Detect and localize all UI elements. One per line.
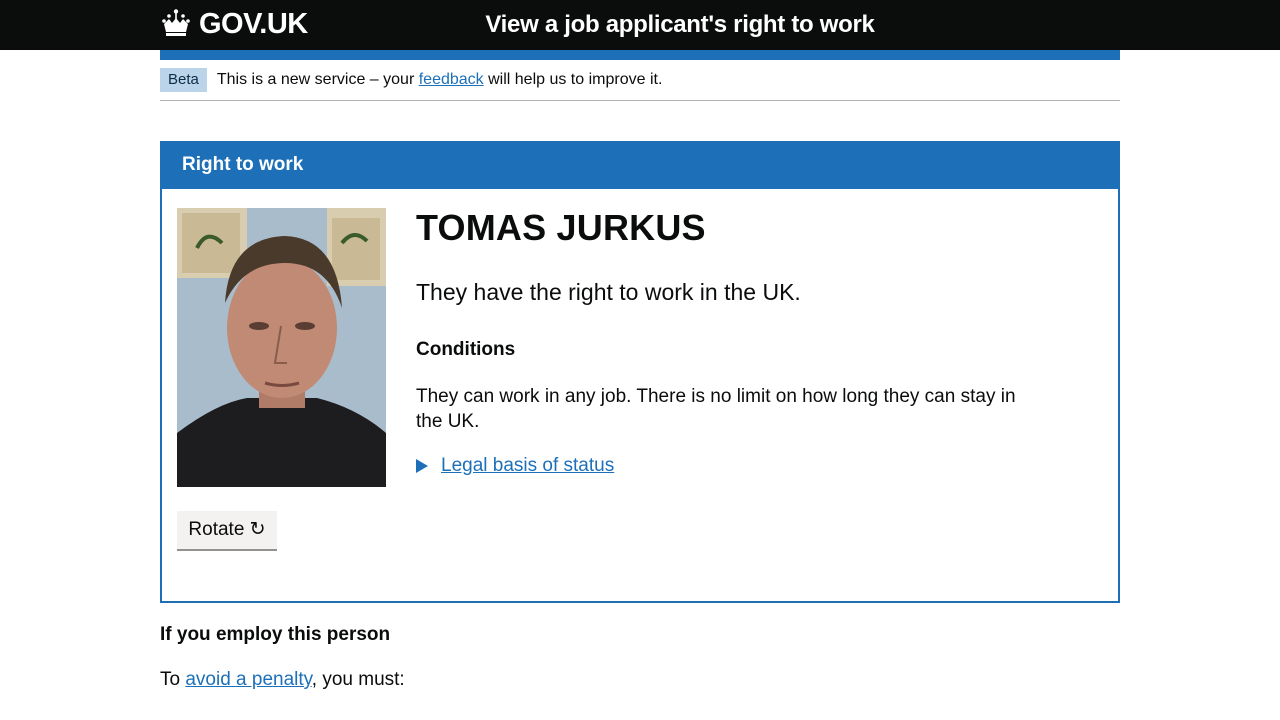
- panel-heading: Right to work: [162, 143, 1118, 189]
- site-header: GOV.UK View a job applicant's right to w…: [0, 0, 1280, 50]
- beta-tag: Beta: [160, 68, 207, 92]
- feedback-link[interactable]: feedback: [419, 71, 484, 88]
- header-accent-bar: [160, 50, 1120, 60]
- phase-banner-text: This is a new service – your feedback wi…: [217, 68, 663, 92]
- conditions-text: They can work in any job. There is no li…: [416, 386, 1016, 432]
- legal-basis-link[interactable]: Legal basis of status: [441, 455, 614, 477]
- govuk-logo-text: GOV.UK: [199, 7, 308, 40]
- disclosure-triangle-icon: [416, 459, 428, 473]
- phase-banner: Beta This is a new service – your feedba…: [160, 68, 1120, 101]
- phase-text-before: This is a new service – your: [216, 71, 419, 88]
- applicant-photo: [177, 208, 386, 487]
- avoid-penalty-link[interactable]: avoid a penalty: [185, 669, 311, 690]
- legal-basis-details[interactable]: Legal basis of status: [416, 455, 614, 477]
- right-to-work-status: They have the right to work in the UK.: [416, 279, 801, 305]
- service-name[interactable]: View a job applicant's right to work: [440, 11, 920, 39]
- employ-text-before: To: [160, 669, 186, 690]
- right-to-work-panel: Right to work Rotate ↻ TOMAS JURKUS They…: [160, 141, 1120, 603]
- employ-heading: If you employ this person: [160, 624, 391, 645]
- employ-text: To avoid a penalty, you must:: [160, 669, 405, 691]
- conditions-heading: Conditions: [416, 339, 516, 360]
- rotate-button[interactable]: Rotate ↻: [177, 511, 277, 551]
- phase-text-after: will help us to improve it.: [483, 71, 663, 88]
- employ-text-after: , you must:: [311, 669, 405, 690]
- applicant-name: TOMAS JURKUS: [416, 207, 706, 248]
- crown-icon: [162, 9, 190, 36]
- applicant-photo-image: [177, 208, 386, 487]
- govuk-logo-link[interactable]: GOV.UK: [160, 7, 308, 41]
